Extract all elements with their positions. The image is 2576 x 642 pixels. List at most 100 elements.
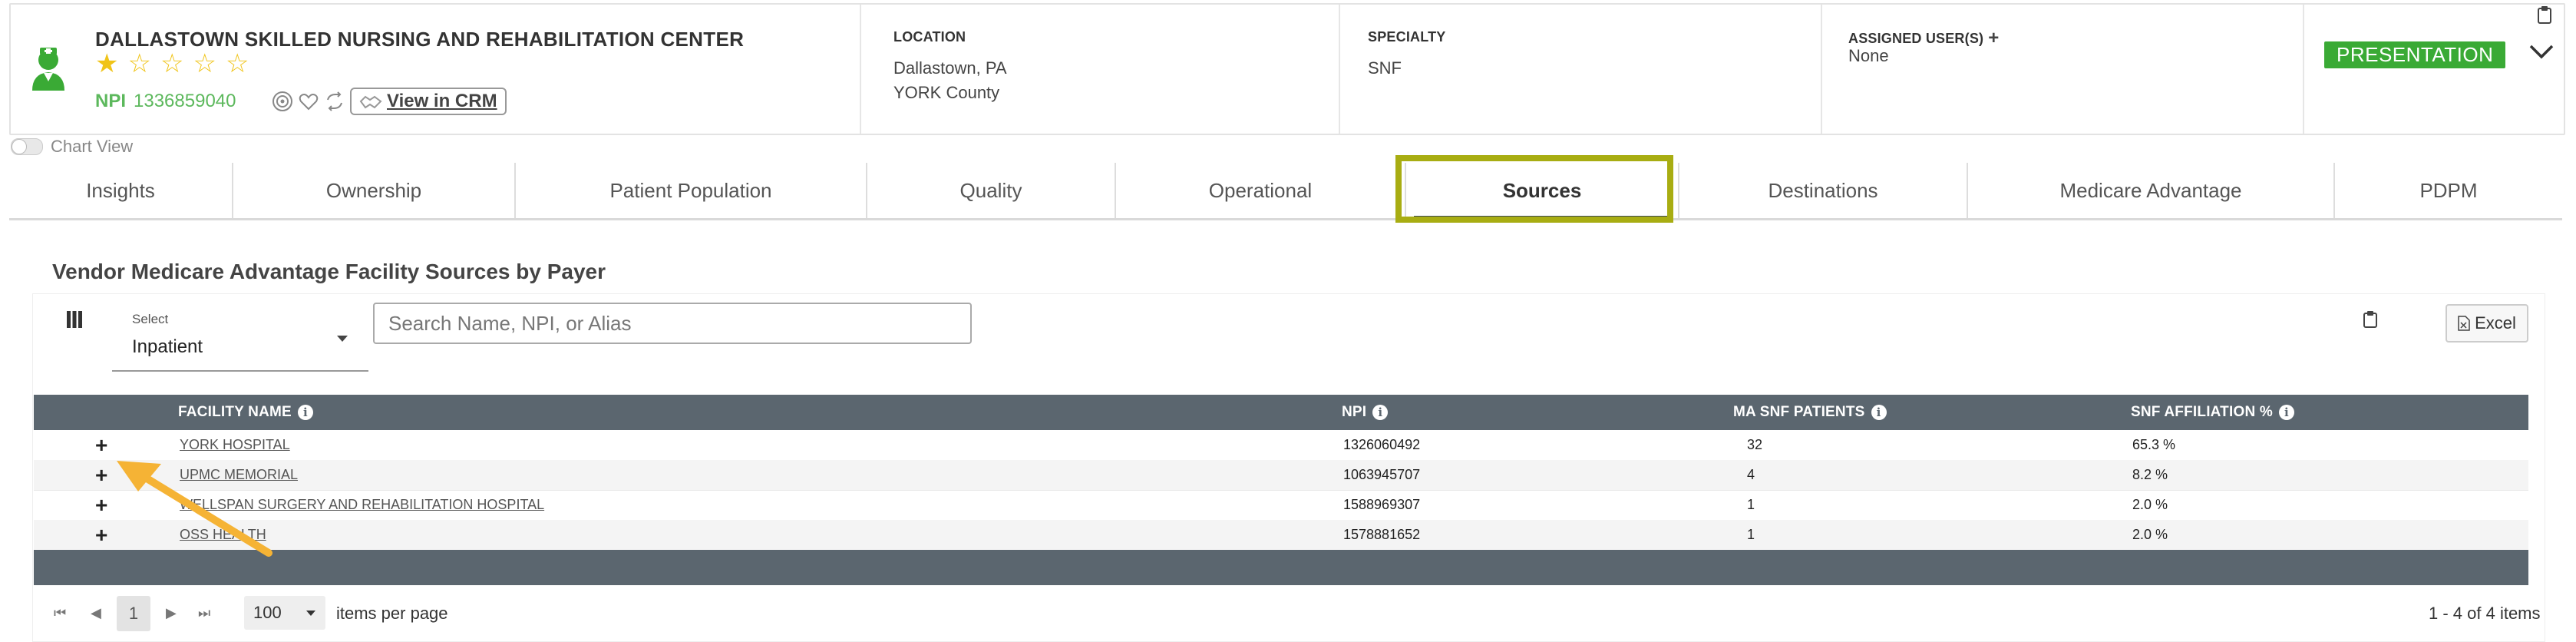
location-section: LOCATION Dallastown, PA YORK County [861, 5, 1340, 134]
pager-prev-icon[interactable]: ◀ [91, 605, 101, 621]
npi-value: 1336859040 [134, 91, 236, 111]
excel-export-button[interactable]: Excel [2446, 304, 2528, 343]
chart-view-toggle[interactable]: Chart View [11, 137, 133, 157]
view-in-crm-button[interactable]: View in CRM [350, 88, 507, 115]
caret-down-icon [306, 610, 315, 616]
handshake-icon [359, 95, 382, 109]
col-npi[interactable]: NPI i [1342, 395, 1389, 430]
tab-ownership[interactable]: Ownership [233, 163, 516, 218]
facility-identity: DALLASTOWN SKILLED NURSING AND REHABILIT… [11, 5, 861, 134]
pager-next-icon[interactable]: ▶ [166, 605, 177, 621]
col-facility-name-label: FACILITY NAME [178, 404, 292, 420]
facility-header-card: DALLASTOWN SKILLED NURSING AND REHABILIT… [9, 3, 2565, 135]
tab-pdpm[interactable]: PDPM [2335, 163, 2562, 218]
patients-cell: 32 [1747, 437, 1763, 452]
location-county: YORK County [893, 83, 1000, 102]
assigned-users-label: ASSIGNED USER(S) [1848, 30, 1984, 46]
tab-bar: Insights Ownership Patient Population Qu… [9, 163, 2562, 220]
target-icon[interactable] [272, 91, 293, 112]
affiliation-cell: 8.2 % [2132, 467, 2168, 482]
affiliation-cell: 65.3 % [2132, 437, 2176, 452]
search-placeholder: Search Name, NPI, or Alias [388, 311, 632, 335]
columns-icon[interactable] [66, 310, 83, 329]
col-facility-name[interactable]: FACILITY NAME i [178, 395, 313, 430]
specialty-label: SPECIALTY [1368, 29, 1446, 45]
star-rating: ★ ☆ ☆ ☆ ☆ [95, 51, 249, 77]
info-icon[interactable]: i [2278, 405, 2294, 420]
excel-label: Excel [2475, 313, 2516, 333]
status-badge: PRESENTATION [2324, 41, 2506, 68]
per-page-select[interactable]: 100 [244, 596, 325, 630]
status-section: PRESENTATION [2306, 5, 2564, 134]
table-footer-bar [34, 550, 2528, 585]
patients-cell: 4 [1747, 467, 1755, 482]
table-row: + YORK HOSPITAL 1326060492 32 65.3 % [34, 430, 2528, 461]
patients-cell: 1 [1747, 497, 1755, 512]
star-empty-icon: ☆ [127, 49, 151, 78]
npi-cell: 1578881652 [1343, 527, 1421, 542]
chart-view-label: Chart View [51, 137, 134, 156]
chart-view-switch[interactable] [11, 138, 43, 155]
annotation-arrow-icon [117, 461, 272, 557]
table-header: FACILITY NAME i NPI i MA SNF PATIENTS i … [34, 395, 2528, 430]
pager-first-icon[interactable]: ⏮ [54, 605, 66, 621]
assigned-users-section: ASSIGNED USER(S) + None [1822, 5, 2304, 134]
tab-insights[interactable]: Insights [9, 163, 233, 218]
assigned-users-value: None [1848, 46, 1889, 65]
affiliation-cell: 2.0 % [2132, 527, 2168, 542]
npi-label: NPI [95, 91, 127, 111]
facility-actions: View in CRM [272, 88, 507, 115]
tab-medicare-advantage[interactable]: Medicare Advantage [1968, 163, 2335, 218]
facility-name: DALLASTOWN SKILLED NURSING AND REHABILIT… [95, 28, 745, 51]
add-user-icon[interactable]: + [1988, 28, 1999, 49]
clipboard-icon[interactable] [2363, 310, 2378, 329]
star-empty-icon: ☆ [193, 49, 216, 78]
location-label: LOCATION [893, 29, 966, 45]
select-value: Inpatient [132, 336, 203, 357]
heart-icon[interactable] [298, 91, 319, 112]
col-ma-snf-patients-label: MA SNF PATIENTS [1733, 404, 1865, 420]
specialty-value: SNF [1368, 58, 1402, 78]
tab-destinations[interactable]: Destinations [1679, 163, 1968, 218]
table-row: + OSS HEALTH 1578881652 1 2.0 % [34, 520, 2528, 551]
table-row: + UPMC MEMORIAL 1063945707 4 8.2 % [34, 460, 2528, 491]
patients-cell: 1 [1747, 527, 1755, 542]
star-empty-icon: ☆ [160, 49, 184, 78]
location-city: Dallastown, PA [893, 58, 1007, 78]
per-page-value: 100 [253, 603, 282, 622]
pager-summary: 1 - 4 of 4 items [2429, 604, 2541, 623]
search-input[interactable]: Search Name, NPI, or Alias [373, 303, 972, 344]
nurse-icon [32, 48, 64, 91]
npi-cell: 1588969307 [1343, 497, 1421, 512]
col-snf-affiliation-label: SNF AFFILIATION % [2131, 404, 2273, 420]
table-row: + WELLSPAN SURGERY AND REHABILITATION HO… [34, 490, 2528, 521]
payer-select[interactable]: Select Inpatient [112, 304, 368, 372]
star-empty-icon: ☆ [225, 49, 249, 78]
tab-quality[interactable]: Quality [867, 163, 1116, 218]
info-icon[interactable]: i [1871, 405, 1887, 420]
col-snf-affiliation[interactable]: SNF AFFILIATION % i [2131, 395, 2294, 430]
affiliation-cell: 2.0 % [2132, 497, 2168, 512]
npi-cell: 1063945707 [1343, 467, 1421, 482]
caret-down-icon [337, 336, 348, 342]
info-icon[interactable]: i [1372, 405, 1389, 420]
npi-cell: 1326060492 [1343, 437, 1421, 452]
toggle-knob [12, 139, 27, 154]
tab-patient-population[interactable]: Patient Population [516, 163, 867, 218]
tab-operational[interactable]: Operational [1116, 163, 1406, 218]
sync-icon[interactable] [324, 91, 345, 112]
col-ma-snf-patients[interactable]: MA SNF PATIENTS i [1733, 395, 1887, 430]
info-icon[interactable]: i [297, 405, 313, 420]
file-icon [2458, 316, 2470, 331]
clipboard-icon[interactable] [2536, 5, 2553, 25]
col-npi-label: NPI [1342, 404, 1367, 420]
star-filled-icon: ★ [95, 49, 119, 78]
specialty-section: SPECIALTY SNF [1340, 5, 1822, 134]
section-title: Vendor Medicare Advantage Facility Sourc… [52, 260, 606, 283]
tab-sources[interactable]: Sources [1406, 163, 1679, 220]
chevron-down-icon[interactable] [2528, 43, 2555, 60]
view-in-crm-label: View in CRM [387, 91, 497, 111]
pager-current-page[interactable]: 1 [117, 596, 150, 631]
pager-last-icon[interactable]: ⏭ [198, 605, 210, 621]
npi-row: NPI 1336859040 [95, 91, 236, 112]
